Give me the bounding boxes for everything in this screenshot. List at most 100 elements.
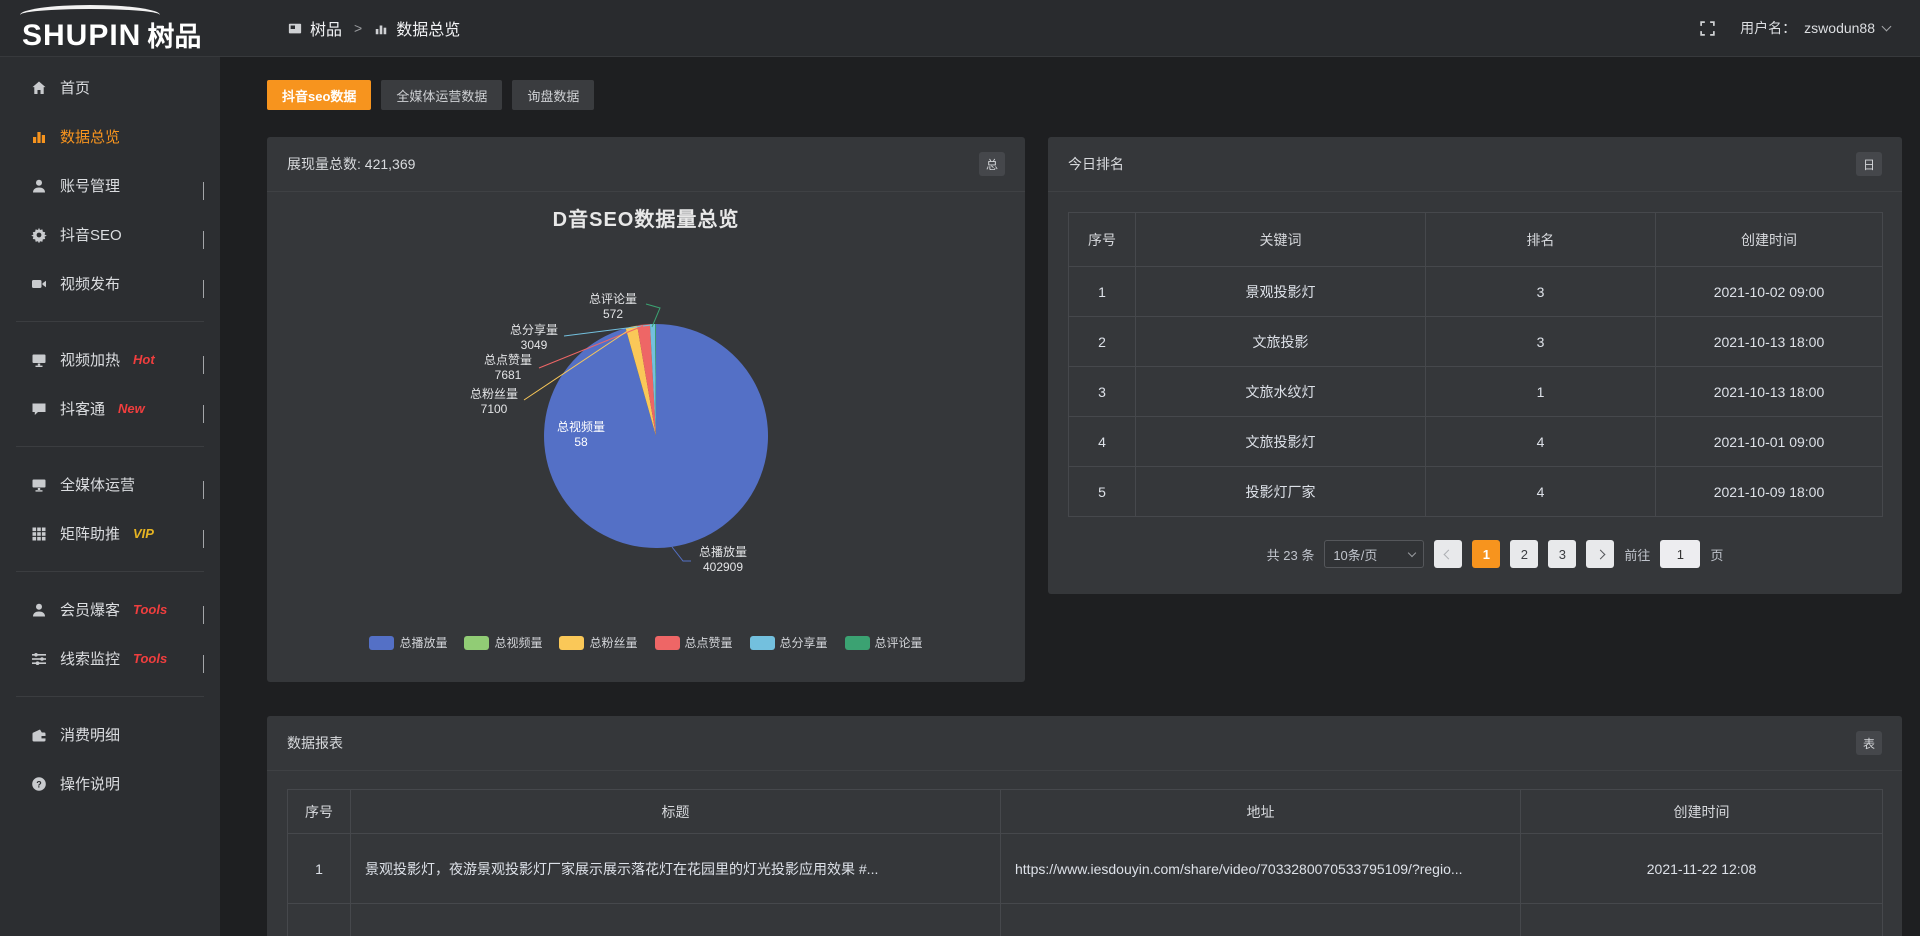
sidebar-item-label: 全媒体运营: [60, 474, 135, 495]
col-url: 地址: [1001, 790, 1521, 834]
sidebar-item-label: 账号管理: [60, 175, 120, 196]
user-icon: [30, 601, 47, 618]
sidebar-item-account[interactable]: 账号管理: [0, 161, 220, 210]
legend-item[interactable]: 总视频量: [464, 634, 542, 651]
sidebar-item-consumption-detail[interactable]: 消费明细: [0, 710, 220, 759]
gear-icon: [30, 226, 47, 243]
legend-swatch: [750, 636, 775, 650]
chevron-down-icon: [203, 231, 204, 248]
sidebar-item-instructions[interactable]: ? 操作说明: [0, 759, 220, 808]
chevron-down-icon: [203, 606, 204, 623]
legend-item[interactable]: 总播放量: [369, 634, 447, 651]
menu-divider: [16, 446, 204, 447]
menu-divider: [16, 696, 204, 697]
col-created: 创建时间: [1521, 790, 1883, 834]
pie-label-comments: 总评论量572: [577, 292, 649, 322]
legend-swatch: [464, 636, 489, 650]
username-value: zswodun88: [1804, 20, 1875, 36]
goto-suffix: 页: [1710, 545, 1723, 564]
bar-chart-icon: [374, 22, 388, 36]
video-link[interactable]: https://www.iesdouyin.com/share/video/70…: [1001, 834, 1521, 904]
video-camera-icon: [30, 275, 47, 292]
sidebar-item-video-heat[interactable]: 视频加热 Hot: [0, 335, 220, 384]
legend-item[interactable]: 总分享量: [750, 634, 828, 651]
panel-title: 数据报表: [287, 733, 343, 753]
user-icon: [30, 177, 47, 194]
sidebar-item-douketong[interactable]: 抖客通 New: [0, 384, 220, 433]
main-content: 抖音seo数据 全媒体运营数据 询盘数据 展现量总数: 421,369 总 D音…: [220, 58, 1920, 936]
sidebar-item-label: 视频加热: [60, 349, 120, 370]
table-header-row: 序号 关键词 排名 创建时间: [1069, 213, 1883, 267]
legend-item[interactable]: 总评论量: [845, 634, 923, 651]
fullscreen-icon[interactable]: [1699, 20, 1716, 37]
svg-text:?: ?: [36, 779, 42, 789]
sidebar-item-home[interactable]: 首页: [0, 63, 220, 112]
table-row: 4文旅投影灯42021-10-01 09:00: [1069, 417, 1883, 467]
breadcrumb-home[interactable]: 树品: [310, 16, 342, 40]
table-header-row: 序号 标题 地址 创建时间: [288, 790, 1883, 834]
chevron-down-icon: [203, 481, 204, 498]
prev-page-button[interactable]: [1434, 540, 1462, 568]
day-view-button[interactable]: 日: [1856, 152, 1882, 176]
new-badge: New: [118, 401, 145, 416]
sidebar-item-label: 首页: [60, 77, 90, 98]
sidebar-item-clue-monitor[interactable]: 线索监控 Tools: [0, 634, 220, 683]
sidebar-item-media-operation[interactable]: 全媒体运营: [0, 460, 220, 509]
data-tabs: 抖音seo数据 全媒体运营数据 询盘数据: [267, 80, 594, 110]
menu-divider: [16, 321, 204, 322]
legend-swatch: [845, 636, 870, 650]
sidebar-item-member-baoke[interactable]: 会员爆客 Tools: [0, 585, 220, 634]
user-menu[interactable]: 用户名：zswodun88: [1740, 18, 1890, 38]
col-keyword: 关键词: [1136, 213, 1426, 267]
chevron-right-icon: [1595, 549, 1605, 559]
logo-text-cn: 树品: [147, 24, 201, 51]
breadcrumb-current[interactable]: 数据总览: [396, 16, 460, 40]
legend-item[interactable]: 总粉丝量: [559, 634, 637, 651]
menu-divider: [16, 571, 204, 572]
tab-douyin-seo-data[interactable]: 抖音seo数据: [267, 80, 371, 110]
chevron-down-icon: [203, 182, 204, 199]
sidebar-item-label: 抖音SEO: [60, 224, 122, 245]
goto-page-input[interactable]: [1660, 540, 1700, 568]
chart-legend: 总播放量 总视频量 总粉丝量 总点赞量 总分享量 总评论量: [267, 634, 1025, 651]
sidebar: 首页 数据总览 账号管理 抖音SEO 视频发布 视频加热 Hot: [0, 57, 220, 936]
legend-swatch: [655, 636, 680, 650]
chart-title: D音SEO数据量总览: [267, 203, 1025, 232]
pie-label-plays: 总播放量402909: [687, 545, 759, 575]
sidebar-item-data-overview[interactable]: 数据总览: [0, 112, 220, 161]
chevron-down-icon: [203, 655, 204, 672]
tools-badge: Tools: [133, 602, 167, 617]
data-report-panel: 数据报表 表 序号 标题 地址 创建时间 1 景观投影灯，夜游景观投影灯厂家展示…: [267, 716, 1902, 936]
pie-label-fans: 总粉丝量7100: [463, 387, 525, 417]
video-title: 景观投影灯，夜游景观投影灯厂家展示展示落花灯在花园里的灯光投影应用效果 #...: [351, 834, 1001, 904]
table-row: 2文旅投影32021-10-13 18:00: [1069, 317, 1883, 367]
tab-media-operation-data[interactable]: 全媒体运营数据: [381, 80, 502, 110]
hot-badge: Hot: [133, 352, 155, 367]
impressions-overview-panel: 展现量总数: 421,369 总 D音SEO数据量总览 总评论量572 总分享量…: [267, 137, 1025, 682]
bar-chart-icon: [30, 128, 47, 145]
page-button-3[interactable]: 3: [1548, 540, 1576, 568]
pie-label-likes: 总点赞量7681: [477, 353, 539, 383]
top-header: SHUPIN 树品 树品 > 数据总览 用户名：zswodun88: [0, 0, 1920, 57]
pie-chart: D音SEO数据量总览 总评论量572 总分享量3049 总点赞量7681 总粉丝…: [267, 137, 1025, 682]
col-created: 创建时间: [1656, 213, 1883, 267]
sidebar-item-matrix-boost[interactable]: 矩阵助推 VIP: [0, 509, 220, 558]
tab-inquiry-data[interactable]: 询盘数据: [512, 80, 594, 110]
page-button-1[interactable]: 1: [1472, 540, 1500, 568]
sidebar-item-label: 线索监控: [60, 648, 120, 669]
next-page-button[interactable]: [1586, 540, 1614, 568]
sidebar-item-label: 操作说明: [60, 773, 120, 794]
vip-badge: VIP: [133, 526, 154, 541]
sidebar-item-label: 视频发布: [60, 273, 120, 294]
total-view-button[interactable]: 总: [979, 152, 1005, 176]
table-row: 1 景观投影灯，夜游景观投影灯厂家展示展示落花灯在花园里的灯光投影应用效果 #.…: [288, 834, 1883, 904]
table-view-button[interactable]: 表: [1856, 731, 1882, 755]
sidebar-item-video-publish[interactable]: 视频发布: [0, 259, 220, 308]
sidebar-item-label: 消费明细: [60, 724, 120, 745]
page-button-2[interactable]: 2: [1510, 540, 1538, 568]
monitor-icon: [30, 351, 47, 368]
page-size-select[interactable]: 10条/页: [1324, 540, 1424, 568]
sidebar-item-douyin-seo[interactable]: 抖音SEO: [0, 210, 220, 259]
legend-item[interactable]: 总点赞量: [655, 634, 733, 651]
sidebar-item-label: 抖客通: [60, 398, 105, 419]
